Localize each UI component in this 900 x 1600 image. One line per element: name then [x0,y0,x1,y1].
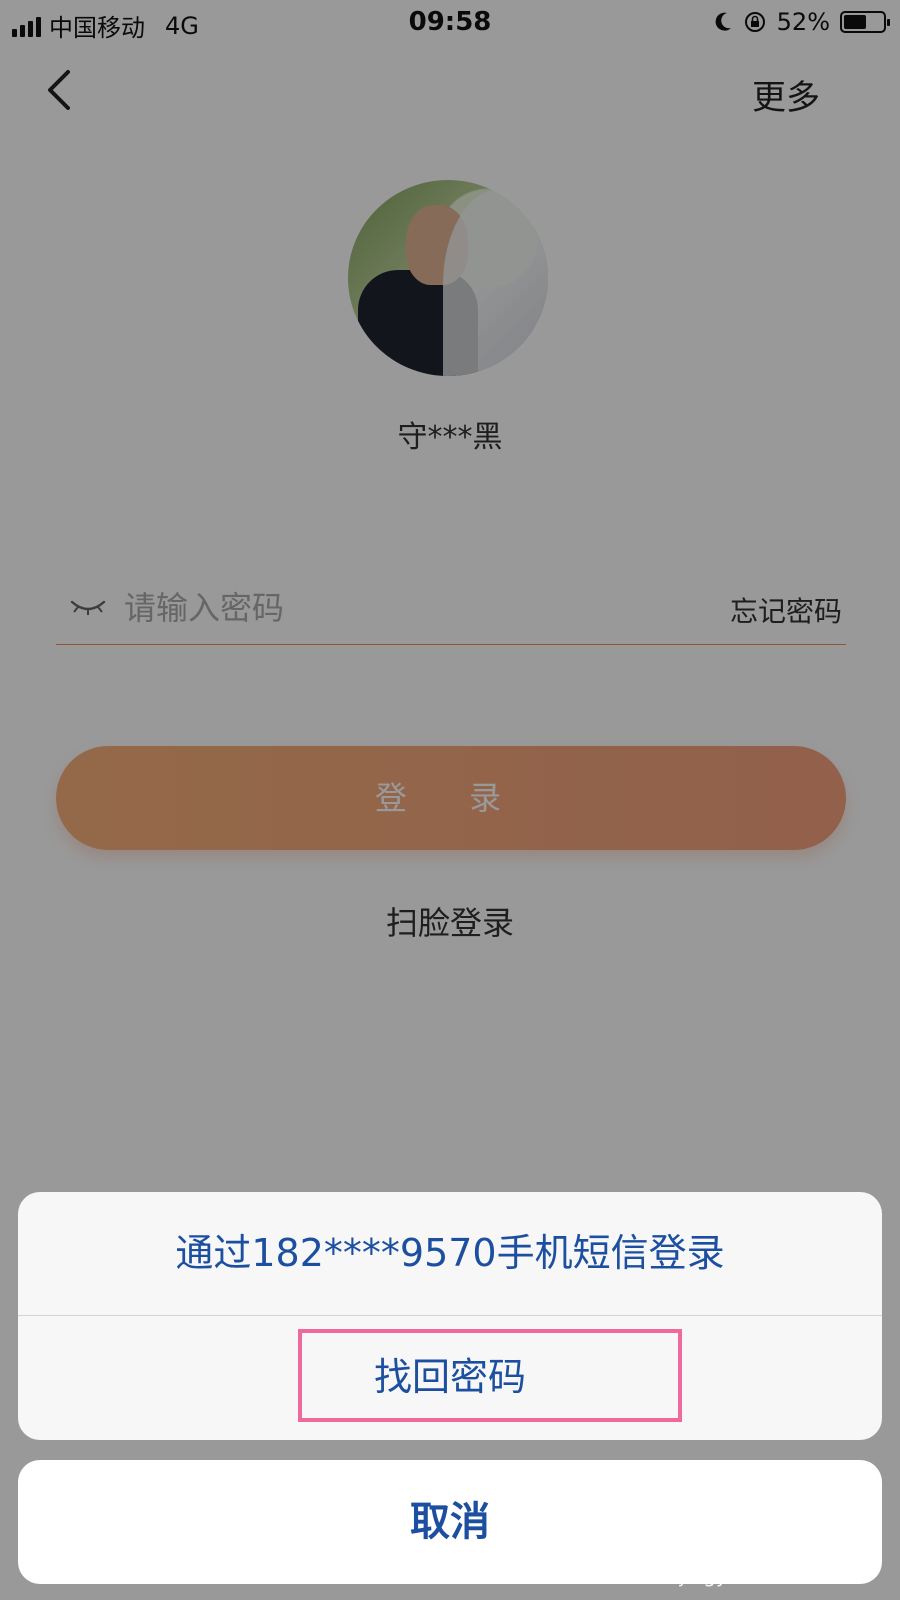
watermark: Baidu经验 jingyan.baidu.com [679,1512,864,1587]
sms-login-option[interactable]: 通过182****9570手机短信登录 [18,1192,882,1315]
watermark-url: jingyan.baidu.com [679,1563,864,1587]
highlight-box [298,1329,682,1422]
watermark-brand: Baidu经验 [679,1520,864,1560]
